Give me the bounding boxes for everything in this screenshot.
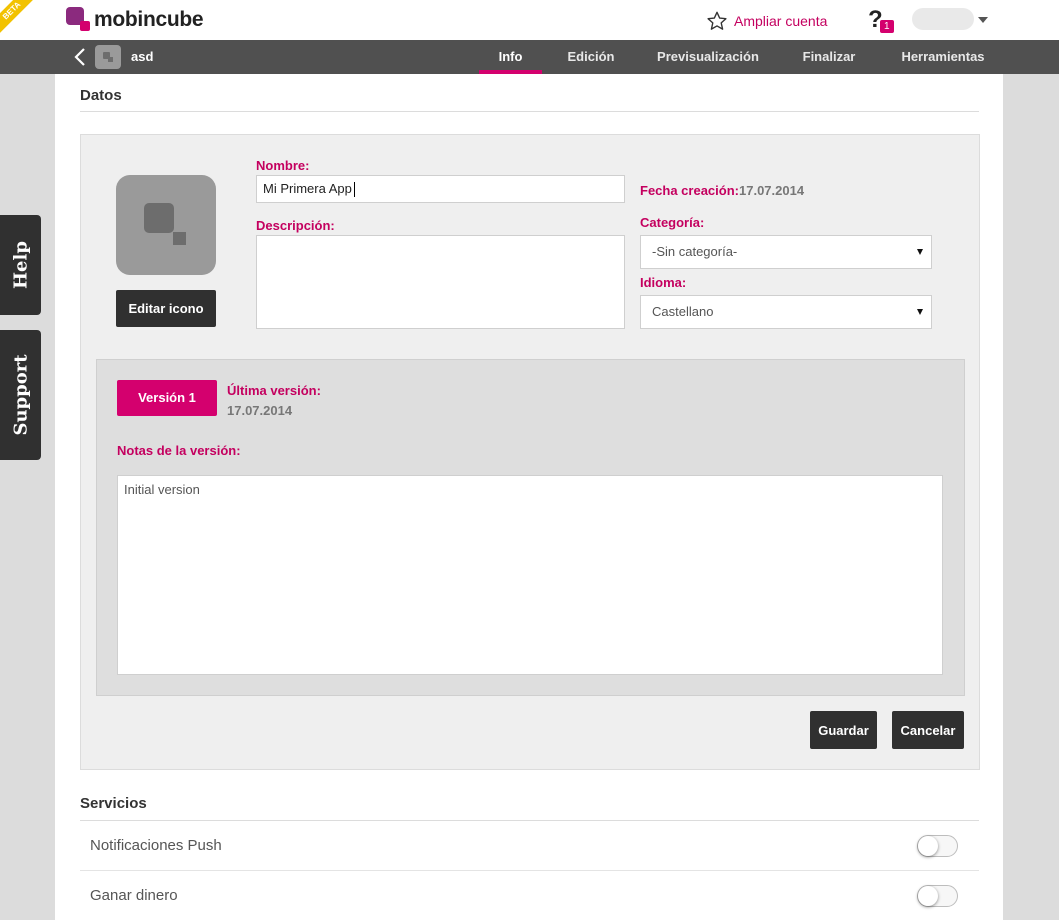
service-label: Ganar dinero [90,887,178,904]
name-label: Nombre: [256,158,310,173]
push-notifications-toggle[interactable] [917,835,958,857]
app-icon [116,175,216,275]
app-name: asd [131,49,154,64]
description-textarea[interactable] [256,235,625,329]
version-button[interactable]: Versión 1 [117,380,217,416]
service-label: Notificaciones Push [90,837,222,854]
help-side-label: Help [10,241,31,289]
upgrade-account-link[interactable]: Ampliar cuenta [706,10,827,32]
mobincube-logo[interactable]: mobincube [66,7,204,33]
tab-finalizar[interactable]: Finalizar [794,40,864,74]
dropdown-arrow-icon [917,249,923,255]
logo-text: mobincube [94,8,204,31]
toggle-knob [918,836,938,856]
tab-info[interactable]: Info [479,40,542,74]
category-label: Categoría: [640,215,705,230]
back-arrow-icon[interactable] [74,48,86,66]
app-info-card: Editar icono Nombre: Mi Primera App Desc… [80,134,980,770]
top-bar: BETA mobincube Ampliar cuenta ? 1 [0,0,1059,40]
description-label: Descripción: [256,218,335,233]
help-side-tab[interactable]: Help [0,215,41,315]
upgrade-label: Ampliar cuenta [734,13,828,29]
last-version-date: 17.07.2014 [227,403,293,418]
language-value: Castellano [652,304,714,319]
version-panel: Versión 1 Última versión: 17.07.2014 Not… [96,359,965,696]
earn-money-toggle[interactable] [917,885,958,907]
save-button[interactable]: Guardar [810,711,877,749]
app-thumbnail-icon [95,45,121,69]
cancel-button[interactable]: Cancelar [892,711,964,749]
tab-herramientas[interactable]: Herramientas [893,40,993,74]
language-label: Idioma: [640,275,687,290]
beta-ribbon: BETA [0,0,37,36]
creation-date-label: Fecha creación: [640,183,739,198]
logo-mark-icon [66,7,92,33]
star-icon [707,11,727,30]
version-notes-textarea[interactable]: Initial version [117,475,943,675]
main-panel: Datos Editar icono Nombre: Mi Primera Ap… [55,74,1003,920]
support-side-tab[interactable]: Support [0,330,41,460]
servicios-title: Servicios [80,795,147,812]
app-nav-bar: asd Info Edición Previsualización Finali… [0,40,1059,74]
notification-badge: 1 [880,20,894,33]
tab-previsualizacion[interactable]: Previsualización [650,40,766,74]
category-select[interactable]: -Sin categoría- [640,235,932,269]
datos-divider [80,111,979,112]
tab-edicion[interactable]: Edición [560,40,622,74]
service-row-money: Ganar dinero [80,871,979,920]
toggle-knob [918,886,938,906]
edit-icon-button[interactable]: Editar icono [116,290,216,327]
name-value: Mi Primera App [263,181,352,196]
dropdown-arrow-icon [917,309,923,315]
name-input[interactable]: Mi Primera App [256,175,625,203]
help-question-icon[interactable]: ? 1 [868,6,894,34]
support-side-label: Support [10,354,31,436]
text-cursor [353,182,355,198]
datos-title: Datos [80,87,122,104]
creation-date-value: 17.07.2014 [739,183,805,198]
category-value: -Sin categoría- [652,244,738,259]
version-notes-label: Notas de la versión: [117,443,241,458]
language-select[interactable]: Castellano [640,295,932,329]
user-avatar[interactable] [912,8,974,30]
service-row-push: Notificaciones Push [80,821,979,871]
last-version-label: Última versión: [227,383,321,398]
chevron-down-icon[interactable] [978,17,988,23]
